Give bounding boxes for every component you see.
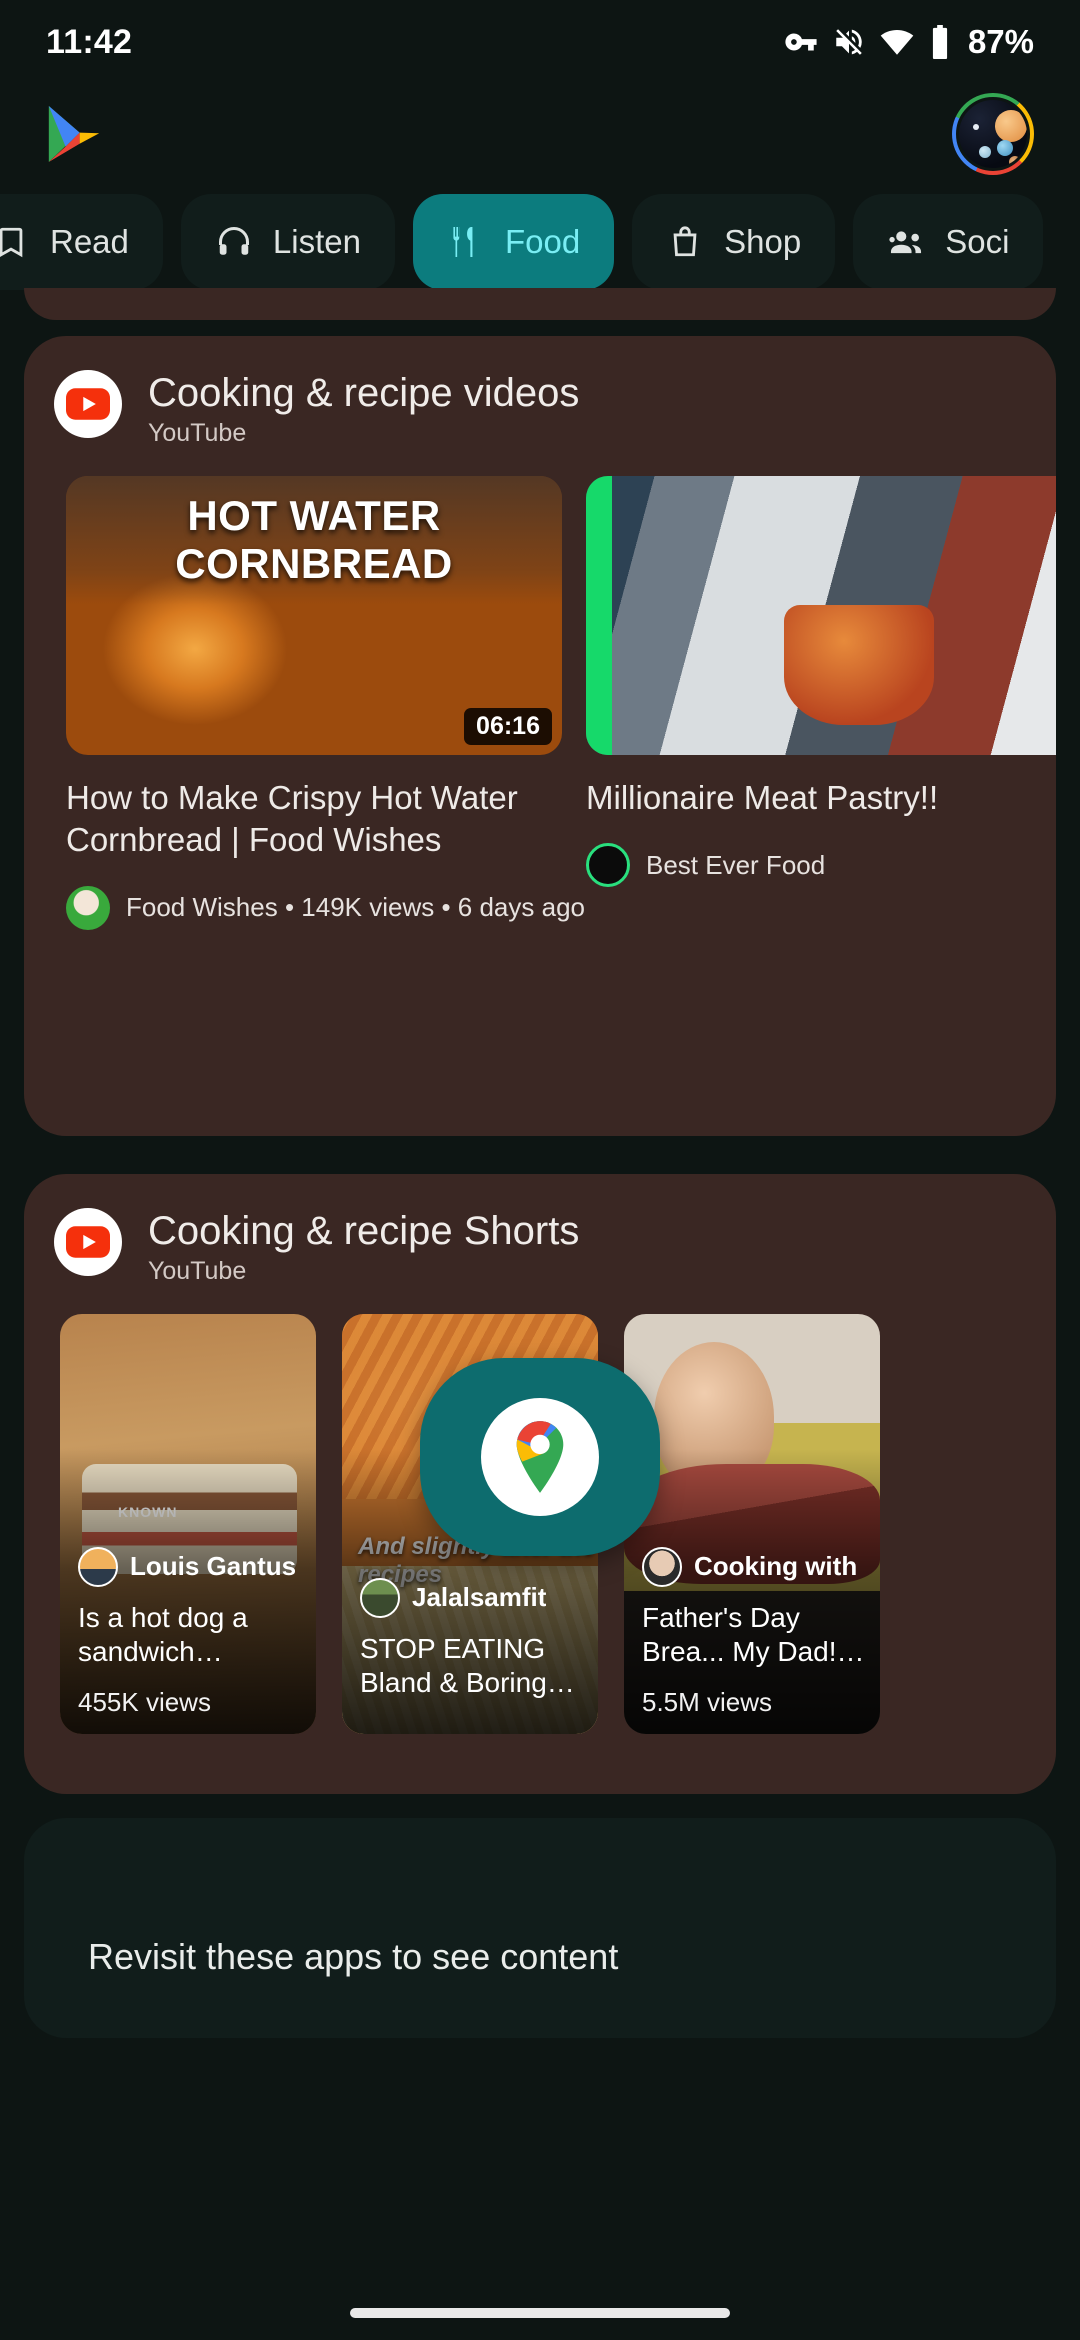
battery-icon xyxy=(928,25,952,59)
tab-label: Read xyxy=(50,223,129,260)
restaurant-icon xyxy=(447,223,485,261)
tab-listen[interactable]: Listen xyxy=(180,194,395,290)
avatar-image xyxy=(956,97,1030,171)
short-channel[interactable]: Cooking with xyxy=(642,1546,866,1587)
tab-food[interactable]: Food xyxy=(412,194,615,290)
card-revisit-apps[interactable]: Revisit these apps to see content xyxy=(24,1818,1056,2038)
tab-label: Listen xyxy=(272,223,361,260)
card-header: Cooking & recipe videos YouTube xyxy=(24,336,1056,448)
tab-shop[interactable]: Shop xyxy=(632,194,836,290)
headphones-icon xyxy=(215,223,253,261)
card-source: YouTube xyxy=(148,419,247,448)
status-bar: 11:42 87% xyxy=(0,0,1080,84)
card-header: Cooking & recipe Shorts YouTube xyxy=(24,1174,1056,1286)
card-title: Cooking & recipe Shorts xyxy=(148,1209,580,1253)
tab-label: Soci xyxy=(945,223,1010,260)
card-title: Cooking & recipe videos xyxy=(148,371,580,415)
green-accent-bar xyxy=(586,476,612,756)
short-title[interactable]: Is a hot dog a sandwich #cooking #food #… xyxy=(78,1601,302,1669)
short-item[interactable]: KNOWN Louis Gantus Is a hot dog a sandwi… xyxy=(60,1314,316,1735)
app-header xyxy=(0,84,1080,184)
youtube-icon xyxy=(54,1208,122,1276)
short-channel[interactable]: Jalalsamfit xyxy=(360,1577,584,1618)
short-info: Jalalsamfit STOP EATING Bland & Boring F… xyxy=(360,1577,584,1718)
volume-off-icon xyxy=(832,25,866,59)
maps-pin-icon xyxy=(481,1398,599,1516)
video-thumbnail[interactable] xyxy=(586,476,1056,756)
tab-read[interactable]: Read xyxy=(0,194,163,290)
category-tab-strip[interactable]: Read Listen Food Shop Soci xyxy=(0,186,1080,298)
google-maps-floating-pill[interactable] xyxy=(420,1358,660,1556)
revisit-apps-text: Revisit these apps to see content xyxy=(88,1936,619,1977)
video-carousel[interactable]: HOT WATER CORNBREAD 06:16 How to Make Cr… xyxy=(24,448,1056,930)
video-title[interactable]: Millionaire Meat Pastry!! xyxy=(586,777,1056,819)
phone-screen: 11:42 87% Read Listen Food Shop Soci Coo… xyxy=(0,0,1080,2340)
tab-label: Food xyxy=(504,223,581,260)
thumbnail-headline: HOT WATER CORNBREAD xyxy=(175,492,453,588)
short-channel[interactable]: Louis Gantus xyxy=(78,1546,302,1587)
shopping-bag-icon xyxy=(666,223,704,261)
video-meta-text: Food Wishes • 149K views • 6 days ago xyxy=(126,892,585,923)
short-title[interactable]: STOP EATING Bland & Boring Food!! Make H… xyxy=(360,1632,584,1700)
feed-scroll-area[interactable]: Cooking & recipe videos YouTube HOT WATE… xyxy=(0,288,1080,2340)
short-views: 5.5M views xyxy=(642,1687,773,1718)
status-icons: 87% xyxy=(784,23,1034,61)
navigation-home-indicator[interactable] xyxy=(350,2308,730,2318)
short-channel-name: Jalalsamfit xyxy=(412,1582,547,1613)
short-channel-name: Louis Gantus xyxy=(130,1551,297,1582)
vpn-key-icon xyxy=(784,25,818,59)
short-info: Cooking with Father's Day Brea... My Dad… xyxy=(642,1546,866,1718)
short-channel-avatar xyxy=(642,1546,682,1587)
short-item[interactable]: Cooking with Father's Day Brea... My Dad… xyxy=(624,1314,880,1735)
video-title[interactable]: How to Make Crispy Hot Water Cornbread |… xyxy=(66,777,562,861)
previous-card-sliver[interactable] xyxy=(24,288,1056,320)
video-meta: Best Ever Food xyxy=(586,843,1056,888)
video-duration: 06:16 xyxy=(464,708,552,746)
channel-avatar xyxy=(586,843,630,888)
tab-label: Shop xyxy=(724,223,802,260)
short-channel-avatar xyxy=(78,1546,118,1587)
youtube-icon xyxy=(54,370,122,438)
card-cooking-recipe-videos[interactable]: Cooking & recipe videos YouTube HOT WATE… xyxy=(24,336,1056,1136)
short-views: 455K views xyxy=(78,1687,211,1718)
wifi-icon xyxy=(880,25,914,59)
avatar[interactable] xyxy=(952,93,1034,175)
google-play-logo-icon[interactable] xyxy=(46,103,102,165)
video-meta-text: Best Ever Food xyxy=(646,849,826,880)
tab-social[interactable]: Soci xyxy=(853,194,1044,290)
battery-percent: 87% xyxy=(967,23,1034,60)
video-item[interactable]: HOT WATER CORNBREAD 06:16 How to Make Cr… xyxy=(66,476,585,930)
short-channel-name: Cooking with xyxy=(694,1551,858,1582)
people-icon xyxy=(887,223,925,261)
channel-avatar xyxy=(66,885,110,930)
short-channel-avatar xyxy=(360,1577,400,1618)
short-info: Louis Gantus Is a hot dog a sandwich #co… xyxy=(78,1546,302,1718)
video-meta: Food Wishes • 149K views • 6 days ago xyxy=(66,885,585,930)
video-thumbnail[interactable]: HOT WATER CORNBREAD 06:16 xyxy=(66,476,562,756)
video-item[interactable]: Millionaire Meat Pastry!! Best Ever Food xyxy=(586,476,1056,929)
short-title[interactable]: Father's Day Brea... My Dad! #shorts #..… xyxy=(642,1601,866,1669)
status-time: 11:42 xyxy=(46,22,133,61)
bookmark-icon xyxy=(0,223,30,261)
card-source: YouTube xyxy=(148,1257,247,1286)
